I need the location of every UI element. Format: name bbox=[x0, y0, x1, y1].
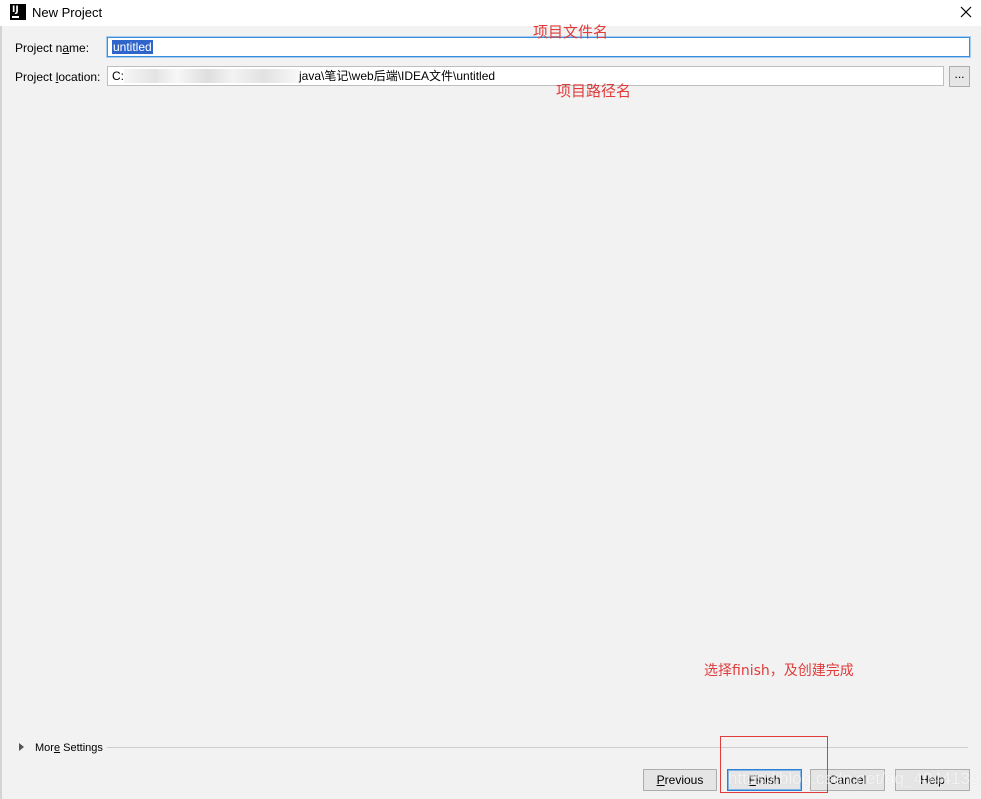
browse-button[interactable]: ... bbox=[949, 66, 970, 87]
more-settings-label: More Settings bbox=[35, 742, 103, 754]
title-bar: IJ New Project bbox=[0, 0, 981, 26]
redacted-path bbox=[124, 68, 299, 83]
previous-button[interactable]: Previous bbox=[643, 769, 717, 791]
intellij-icon: IJ bbox=[10, 4, 26, 20]
watermark: https://blog.csdn.net/qq_40441390 bbox=[728, 769, 981, 788]
triangle-right-icon bbox=[19, 743, 24, 751]
separator bbox=[107, 747, 968, 748]
close-button[interactable] bbox=[951, 0, 981, 24]
window-title: New Project bbox=[32, 5, 103, 20]
project-name-value: untitled bbox=[112, 40, 153, 54]
annotation-project-name: 项目文件名 bbox=[533, 23, 609, 41]
window-left-edge bbox=[0, 26, 2, 799]
annotation-finish: 选择finish，及创建完成 bbox=[704, 663, 854, 679]
close-icon bbox=[960, 6, 972, 18]
project-location-label: Project location: bbox=[15, 70, 101, 84]
project-name-label: Project name: bbox=[15, 41, 90, 55]
project-location-input[interactable]: C: java\笔记\web后端\IDEA文件\untitled bbox=[107, 66, 944, 86]
annotation-project-location: 项目路径名 bbox=[556, 82, 632, 100]
